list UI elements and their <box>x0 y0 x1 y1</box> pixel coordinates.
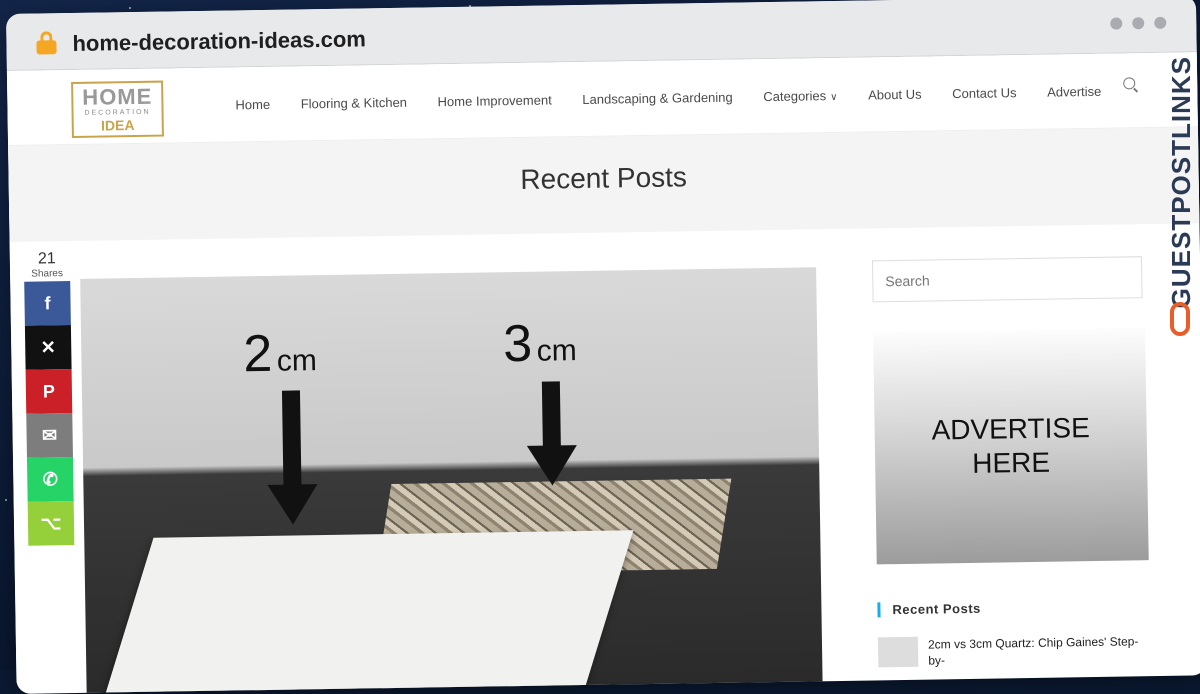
search-icon[interactable] <box>1123 77 1136 90</box>
chevron-down-icon: ∨ <box>830 91 838 104</box>
address-bar[interactable]: home-decoration-ideas.com <box>72 26 366 57</box>
email-icon: ✉ <box>41 424 58 445</box>
featured-image[interactable]: 2 cm 3 cm <box>80 267 823 694</box>
facebook-share-button[interactable]: f <box>24 281 71 326</box>
main-nav: Home Flooring & Kitchen Home Improvement… <box>235 83 1128 113</box>
sidebar-search-input[interactable] <box>871 256 1143 303</box>
nav-categories[interactable]: Categories ∨ <box>763 88 837 104</box>
x-share-button[interactable]: ✕ <box>24 325 72 370</box>
advertise-banner[interactable]: ADVERTISE HERE <box>873 328 1149 565</box>
site-logo[interactable]: HOME DECORATION IDEA <box>71 80 164 138</box>
quartz-slab <box>97 530 634 694</box>
email-share-button[interactable]: ✉ <box>26 413 73 458</box>
recent-post-item[interactable]: 2cm vs 3cm Quartz: Chip Gaines' Step-by- <box>877 633 1150 669</box>
arrow-down-icon <box>541 381 561 452</box>
post-thumbnail[interactable] <box>877 636 919 668</box>
nav-flooring-kitchen[interactable]: Flooring & Kitchen <box>301 95 407 112</box>
label-2cm-number: 2 <box>242 324 273 384</box>
logo-text: HOME <box>82 83 153 110</box>
arrow-down-icon <box>281 390 302 491</box>
logo-tag: IDEA <box>96 116 139 134</box>
facebook-icon: f <box>44 292 51 313</box>
pinterest-icon: P <box>42 380 56 401</box>
ad-line: ADVERTISE <box>931 412 1090 446</box>
watermark: GUESTPOSTLINKS <box>1162 56 1200 356</box>
share-bar: 21 Shares f ✕ P ✉ ✆ ⌥ <box>23 246 75 546</box>
nav-advertise[interactable]: Advertise <box>1047 84 1101 100</box>
link-icon <box>1170 302 1190 336</box>
page-banner: Recent Posts <box>8 127 1200 242</box>
nav-contact-us[interactable]: Contact Us <box>952 85 1017 101</box>
recent-post-title[interactable]: 2cm vs 3cm Quartz: Chip Gaines' Step-by- <box>928 633 1150 668</box>
share-count: 21 Shares <box>23 246 71 282</box>
ad-line: HERE <box>972 446 1051 479</box>
share-icon: ⌥ <box>40 512 62 534</box>
more-share-button[interactable]: ⌥ <box>27 500 75 546</box>
window-controls[interactable] <box>1100 16 1167 35</box>
whatsapp-icon: ✆ <box>42 468 59 489</box>
label-3cm-number: 3 <box>502 314 533 374</box>
browser-window: home-decoration-ideas.com HOME DECORATIO… <box>6 0 1200 694</box>
pinterest-share-button[interactable]: P <box>25 369 73 414</box>
lock-icon <box>36 31 57 55</box>
watermark-text: GUESTPOSTLINKS <box>1166 56 1196 309</box>
whatsapp-share-button[interactable]: ✆ <box>26 457 74 502</box>
x-icon: ✕ <box>40 336 56 357</box>
window-dot-icon[interactable] <box>1154 16 1167 29</box>
label-2cm-unit: cm <box>276 344 318 378</box>
sidebar: ADVERTISE HERE Recent Posts 2cm vs 3cm Q… <box>871 256 1150 669</box>
share-count-number: 21 <box>37 250 56 268</box>
window-dot-icon[interactable] <box>1132 17 1145 30</box>
nav-categories-label: Categories <box>763 88 827 105</box>
nav-landscaping-gardening[interactable]: Landscaping & Gardening <box>582 90 733 107</box>
nav-home-improvement[interactable]: Home Improvement <box>437 92 551 109</box>
recent-posts-heading: Recent Posts <box>877 598 1150 618</box>
label-2cm: 2 cm <box>243 323 317 384</box>
label-3cm: 3 cm <box>503 313 577 374</box>
label-3cm-unit: cm <box>536 334 577 368</box>
website: HOME DECORATION IDEA Home Flooring & Kit… <box>6 52 1200 694</box>
share-count-label: Shares <box>31 268 64 280</box>
nav-home[interactable]: Home <box>235 97 270 113</box>
window-dot-icon[interactable] <box>1110 17 1123 30</box>
nav-about-us[interactable]: About Us <box>868 87 922 103</box>
logo-subtext: DECORATION <box>84 108 151 117</box>
